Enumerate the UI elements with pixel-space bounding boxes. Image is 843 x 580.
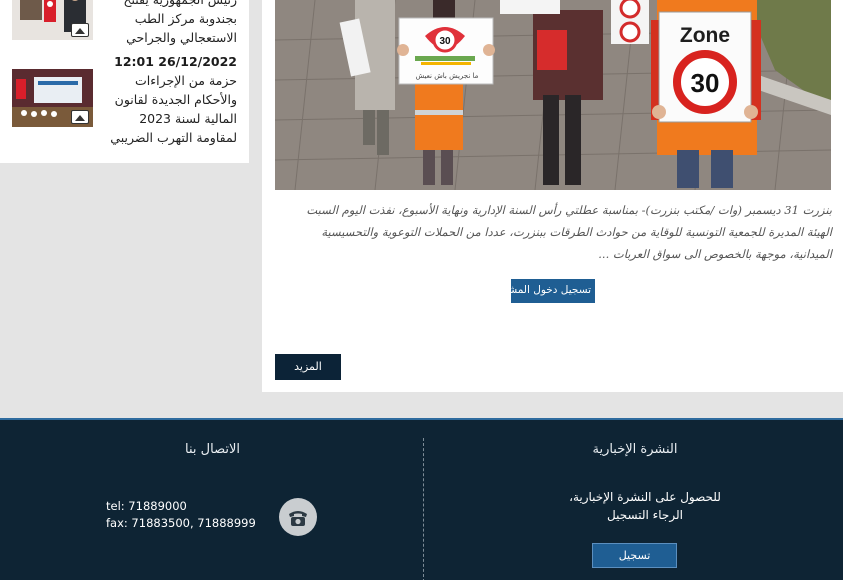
subscriber-login-button[interactable]: تسجيل دخول المشتركين bbox=[511, 279, 595, 303]
news-thumbnail[interactable] bbox=[12, 69, 93, 127]
zone-sign-speed: 30 bbox=[691, 68, 720, 98]
newsletter-title: النشرة الإخبارية bbox=[592, 442, 678, 457]
news-title[interactable]: حزمة من الإجراءات والأحكام الجديدة لقانو… bbox=[101, 71, 237, 147]
small-sign-caption: ما نجريش باش نعيش bbox=[416, 72, 479, 80]
phone-icon bbox=[279, 498, 317, 536]
image-icon bbox=[71, 23, 89, 37]
more-button[interactable]: المزيد bbox=[275, 354, 341, 380]
image-icon bbox=[71, 110, 89, 124]
list-item[interactable]: رئيس الجمهورية يفتتح بجندوبة مركز الطب ا… bbox=[12, 0, 237, 50]
article-photo[interactable]: 30 ما نجريش باش نعيش Zone 30 bbox=[275, 0, 831, 190]
contact-tel[interactable]: tel: 71889000 bbox=[106, 498, 256, 515]
small-sign-number: 30 bbox=[439, 36, 451, 47]
contact-fax: fax: 71883500, 71888999 bbox=[106, 516, 256, 530]
article-excerpt: بنزرت 31 ديسمبر (وات /مكتب بنزرت)- بمناس… bbox=[306, 203, 832, 261]
children-road-safety-photo: 30 ما نجريش باش نعيش Zone 30 bbox=[275, 0, 831, 190]
footer-divider bbox=[423, 438, 424, 580]
contact-details: tel: 71889000 fax: 71883500, 71888999 bbox=[106, 498, 256, 532]
sidebar-news-list: رئيس الجمهورية يفتتح بجندوبة مركز الطب ا… bbox=[0, 0, 249, 163]
news-date: 12:01 26/12/2022 bbox=[114, 54, 237, 69]
newsletter-text: للحصول على النشرة الإخبارية، الرجاء التس… bbox=[569, 490, 721, 522]
news-thumbnail[interactable] bbox=[12, 0, 93, 40]
contact-title: الاتصال بنا bbox=[185, 442, 240, 457]
list-item[interactable]: 12:01 26/12/2022 حزمة من الإجراءات والأح… bbox=[12, 52, 237, 152]
footer: الاتصال بنا tel: 71889000 fax: 71883500,… bbox=[0, 418, 843, 580]
article-card: 30 ما نجريش باش نعيش Zone 30 بنزرت 31 دي… bbox=[262, 0, 843, 392]
news-title[interactable]: رئيس الجمهورية يفتتح بجندوبة مركز الطب ا… bbox=[101, 0, 237, 47]
zone-sign-label: Zone bbox=[680, 24, 730, 47]
subscribe-button[interactable]: تسجيل bbox=[592, 543, 677, 568]
